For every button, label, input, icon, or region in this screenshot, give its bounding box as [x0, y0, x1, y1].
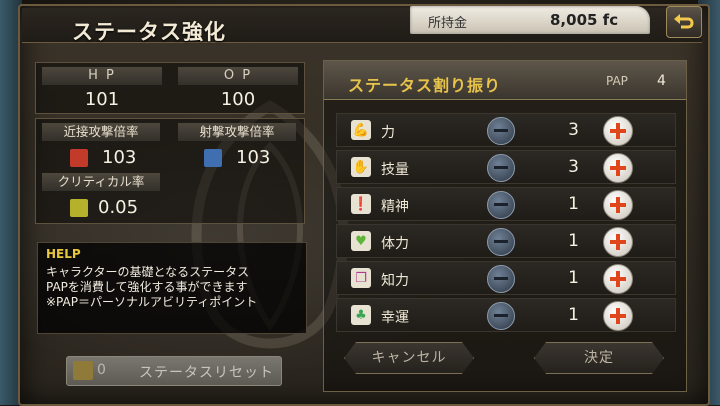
op-value: 100: [220, 89, 256, 110]
ranged-value: 103: [236, 147, 271, 168]
arm-icon: 💪: [351, 120, 371, 140]
increase-stamina-button[interactable]: [603, 227, 633, 257]
allocation-header: ステータス割り振り PAP 4: [324, 61, 686, 100]
allocation-title: ステータス割り振り: [348, 76, 502, 95]
decrease-stamina-button[interactable]: [487, 228, 515, 256]
increase-intelligence-button[interactable]: [603, 264, 633, 294]
increase-skill-button[interactable]: [603, 153, 633, 183]
page-title: ステータス強化: [72, 20, 226, 44]
increase-spirit-button[interactable]: [603, 190, 633, 220]
increase-strength-button[interactable]: [603, 116, 633, 146]
stat-row-skill: ✋ 技量 3: [336, 150, 676, 184]
hand-icon: ✋: [351, 157, 371, 177]
return-arrow-icon: [674, 14, 694, 29]
stat-row-value: 1: [568, 231, 579, 251]
hp-op-panel: H P 101 O P 100: [35, 62, 305, 114]
stat-row-label: 幸運: [381, 310, 409, 326]
back-button[interactable]: [666, 6, 702, 38]
decrease-spirit-button[interactable]: [487, 191, 515, 219]
book-icon: ❐: [351, 268, 371, 288]
cancel-button[interactable]: キャンセル: [344, 342, 474, 374]
stat-row-intelligence: ❐ 知力 1: [336, 261, 676, 295]
hp-label: H P: [42, 67, 162, 85]
reset-label: ステータスリセット: [139, 365, 274, 381]
heart-icon: ♥: [351, 231, 371, 251]
decrease-strength-button[interactable]: [487, 117, 515, 145]
stat-row-value: 3: [568, 120, 579, 140]
reset-count: 0: [97, 362, 106, 378]
money-display: 所持金 8,005 fc: [410, 6, 650, 34]
money-value: 8,005 fc: [550, 11, 619, 29]
melee-value: 103: [102, 147, 137, 168]
ranged-label: 射撃攻撃倍率: [178, 123, 296, 141]
stat-row-label: 体力: [381, 236, 409, 252]
clover-icon: ♣: [351, 305, 371, 325]
stat-row-value: 1: [568, 268, 579, 288]
attack-stats-panel: 近接攻撃倍率 103 射撃攻撃倍率 103 クリティカル率 0.05: [35, 118, 305, 224]
crit-label: クリティカル率: [42, 173, 160, 191]
help-title: HELP: [46, 247, 81, 261]
decrease-skill-button[interactable]: [487, 154, 515, 182]
pap-value: 4: [657, 73, 666, 89]
pap-label: PAP: [606, 74, 628, 88]
stat-row-value: 3: [568, 157, 579, 177]
stat-row-value: 1: [568, 194, 579, 214]
crit-value: 0.05: [98, 197, 139, 218]
confirm-button[interactable]: 決定: [534, 342, 664, 374]
status-reset-button[interactable]: 0 ステータスリセット: [66, 356, 282, 386]
stat-row-label: 力: [381, 125, 395, 141]
increase-luck-button[interactable]: [603, 301, 633, 331]
stat-row-spirit: ❗ 精神 1: [336, 187, 676, 221]
melee-label: 近接攻撃倍率: [42, 123, 160, 141]
stat-row-strength: 💪 力 3: [336, 113, 676, 147]
help-line-3: ※PAP＝パーソナルアビリティポイント: [46, 295, 258, 309]
decrease-intelligence-button[interactable]: [487, 265, 515, 293]
op-label: O P: [178, 67, 298, 85]
hp-value: 101: [84, 89, 120, 110]
reset-item-icon: [73, 361, 93, 380]
help-box: HELP キャラクターの基礎となるステータス PAPを消費して強化する事ができま…: [37, 242, 307, 334]
decrease-luck-button[interactable]: [487, 302, 515, 330]
stat-row-label: 精神: [381, 199, 409, 215]
money-label: 所持金: [428, 16, 468, 31]
gun-icon: [204, 149, 222, 167]
stat-row-value: 1: [568, 305, 579, 325]
stat-row-label: 技量: [381, 162, 409, 178]
crit-icon: [70, 199, 88, 217]
stat-row-luck: ♣ 幸運 1: [336, 298, 676, 332]
stat-row-stamina: ♥ 体力 1: [336, 224, 676, 258]
sword-icon: [70, 149, 88, 167]
stat-row-label: 知力: [381, 273, 409, 289]
spirit-icon: ❗: [351, 194, 371, 214]
